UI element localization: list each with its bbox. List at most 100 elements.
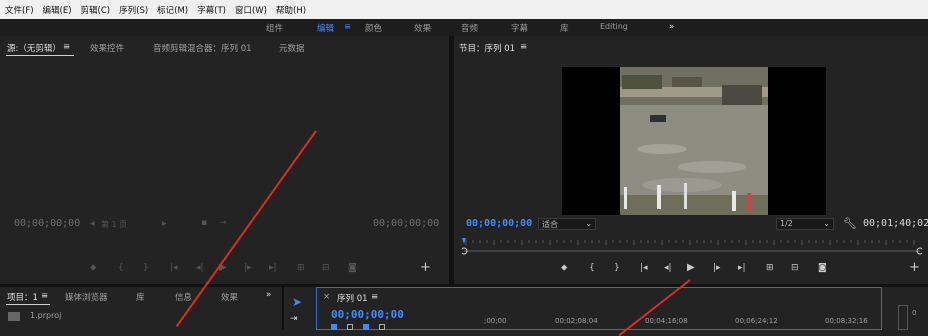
active-tab-underline: [6, 55, 74, 56]
page-label: 第 1 页: [101, 220, 128, 229]
menu-sequence[interactable]: 序列(S): [114, 4, 152, 16]
extract-icon[interactable]: ⊟: [791, 263, 799, 273]
snap-icon[interactable]: [331, 324, 337, 330]
panel-overflow-icon[interactable]: »: [266, 290, 271, 300]
project-panel: 项目：1 ≡ 媒体浏览器 库 信息 效果 » 1.prproj: [0, 287, 282, 330]
tab-libraries[interactable]: 库: [136, 291, 145, 303]
workspace-assembly[interactable]: 组件: [266, 22, 283, 34]
workspace-titles[interactable]: 字幕: [511, 22, 528, 34]
go-to-out-icon[interactable]: ▸|: [738, 263, 746, 273]
project-file-icon: [8, 312, 20, 321]
export-frame-icon[interactable]: ◙: [818, 263, 827, 273]
tab-media-browser[interactable]: 媒体浏览器: [65, 291, 108, 303]
page-next-icon[interactable]: ▸: [162, 219, 167, 229]
workspace-effects[interactable]: 效果: [414, 22, 431, 34]
workspace-overflow-icon[interactable]: »: [669, 22, 674, 32]
go-to-in-icon[interactable]: |◂: [640, 263, 648, 273]
workspace-audio[interactable]: 音频: [461, 22, 478, 34]
program-title[interactable]: 节目：序列 01: [459, 42, 515, 54]
playback-resolution-select[interactable]: 1/2 ⌄: [776, 218, 834, 230]
close-icon[interactable]: ×: [323, 292, 330, 302]
go-to-out-icon[interactable]: ▸|: [269, 263, 277, 273]
workspace-color[interactable]: 颜色: [365, 22, 382, 34]
ruler-label: 00;08;32;16: [825, 317, 868, 325]
menu-file[interactable]: 文件(F): [0, 4, 38, 16]
tab-info[interactable]: 信息: [175, 291, 192, 303]
ruler-label: 00;04;16;08: [645, 317, 688, 325]
menu-clip[interactable]: 剪辑(C): [76, 4, 115, 16]
step-back-icon[interactable]: ◂|: [196, 263, 204, 273]
insert-clip-icon[interactable]: ⊞: [297, 263, 305, 273]
track-select-tool-icon[interactable]: ⇥: [290, 314, 298, 324]
plus-icon[interactable]: +: [909, 260, 920, 275]
chevron-down-icon: ⌄: [585, 219, 592, 228]
selection-tool-icon[interactable]: ➤: [292, 295, 302, 309]
export-frame-icon[interactable]: ◙: [348, 263, 357, 273]
tab-effects[interactable]: 效果: [221, 291, 238, 303]
ruler-label: 00;02;08;04: [555, 317, 598, 325]
menu-title[interactable]: 字幕(T): [192, 4, 230, 16]
source-monitor-panel: 源:（无剪辑） ≡ 效果控件 音频剪辑混合器：序列 01 元数据 00;00;0…: [0, 36, 449, 284]
source-duration-timecode: 00;00;00;00: [373, 218, 440, 229]
fit-select-value: 适合: [542, 220, 558, 229]
menu-edit[interactable]: 编辑(E): [38, 4, 76, 16]
menu-icon[interactable]: ≡: [63, 42, 70, 52]
linked-selection-icon[interactable]: [347, 324, 353, 330]
wrench-icon[interactable]: 🔧︎: [843, 217, 857, 230]
tab-metadata[interactable]: 元数据: [279, 42, 305, 54]
active-tab-underline: [6, 304, 50, 305]
video-preview-image: [620, 67, 768, 215]
overwrite-clip-icon[interactable]: ⊟: [322, 263, 330, 273]
playhead-marker[interactable]: [462, 238, 466, 244]
menu-icon[interactable]: ≡: [520, 42, 527, 52]
tab-effect-controls[interactable]: 效果控件: [90, 42, 124, 54]
menu-icon[interactable]: ≡: [41, 291, 48, 301]
program-duration-timecode: 00;01;40;02: [863, 218, 928, 229]
tab-sequence-01[interactable]: 序列 01: [337, 292, 368, 304]
timeline-panel: × 序列 01 ≡ 00;00;00;00 ;00;00 00;02;08;04…: [316, 287, 882, 330]
timeline-playhead-timecode[interactable]: 00;00;00;00: [331, 308, 404, 321]
play-icon[interactable]: ▶: [687, 262, 695, 273]
program-monitor-panel: 节目：序列 01 ≡ 00;00;00;00 适合 ⌄ 1/2 ⌄ 🔧︎ 00;…: [454, 36, 928, 284]
plus-icon[interactable]: +: [420, 260, 431, 275]
ruler-label: ;00;00: [484, 317, 507, 325]
lift-icon[interactable]: ⊞: [766, 263, 774, 273]
source-playhead-timecode[interactable]: 00;00;00;00: [14, 218, 80, 229]
add-marker-icon[interactable]: ⬥: [561, 263, 567, 273]
program-playhead-timecode[interactable]: 00;00;00;00: [466, 218, 532, 229]
tab-project[interactable]: 项目：1: [7, 291, 38, 303]
ruler-label: 00;06;24;12: [735, 317, 778, 325]
mark-in-icon[interactable]: {: [589, 263, 595, 273]
step-back-icon[interactable]: ◂|: [664, 263, 672, 273]
workspace-menu-icon[interactable]: ≡: [344, 22, 351, 32]
page-prev-icon[interactable]: ◂: [90, 219, 95, 229]
fit-select[interactable]: 适合 ⌄: [538, 218, 596, 230]
mark-out-icon[interactable]: }: [614, 263, 620, 273]
menu-icon[interactable]: ≡: [371, 292, 378, 302]
menu-window[interactable]: 窗口(W): [230, 4, 271, 16]
mark-in-icon[interactable]: {: [118, 263, 124, 273]
settings-icon[interactable]: ▪: [201, 218, 207, 228]
resolution-select-value: 1/2: [780, 219, 793, 228]
menu-bar: 文件(F) 编辑(E) 剪辑(C) 序列(S) 标记(M) 字幕(T) 窗口(W…: [0, 0, 928, 19]
workspace-libraries[interactable]: 库: [560, 22, 569, 34]
workspace-editing-custom[interactable]: Editing: [600, 22, 628, 31]
program-video-frame[interactable]: [562, 67, 826, 215]
insert-icon[interactable]: ⊸: [219, 218, 227, 228]
add-marker-icon[interactable]: ⬥: [90, 263, 96, 273]
tab-audio-clip-mixer[interactable]: 音频剪辑混合器：序列 01: [153, 42, 252, 54]
go-to-in-icon[interactable]: |◂: [170, 263, 178, 273]
workspace-editing[interactable]: 编辑: [317, 22, 334, 34]
mark-out-icon[interactable]: }: [143, 263, 149, 273]
menu-marker[interactable]: 标记(M): [152, 4, 192, 16]
add-marker-icon[interactable]: [363, 324, 369, 330]
settings-icon[interactable]: [379, 324, 385, 330]
project-file-name[interactable]: 1.prproj: [30, 311, 61, 320]
menu-help[interactable]: 帮助(H): [271, 4, 310, 16]
audio-meter-scale-label: 0: [912, 309, 917, 317]
tools-panel: ➤ ⇥: [284, 287, 314, 330]
tab-source[interactable]: 源:（无剪辑）: [7, 42, 61, 54]
program-time-ruler[interactable]: [462, 236, 922, 256]
step-forward-icon[interactable]: |▸: [713, 263, 721, 273]
step-forward-icon[interactable]: |▸: [244, 263, 252, 273]
